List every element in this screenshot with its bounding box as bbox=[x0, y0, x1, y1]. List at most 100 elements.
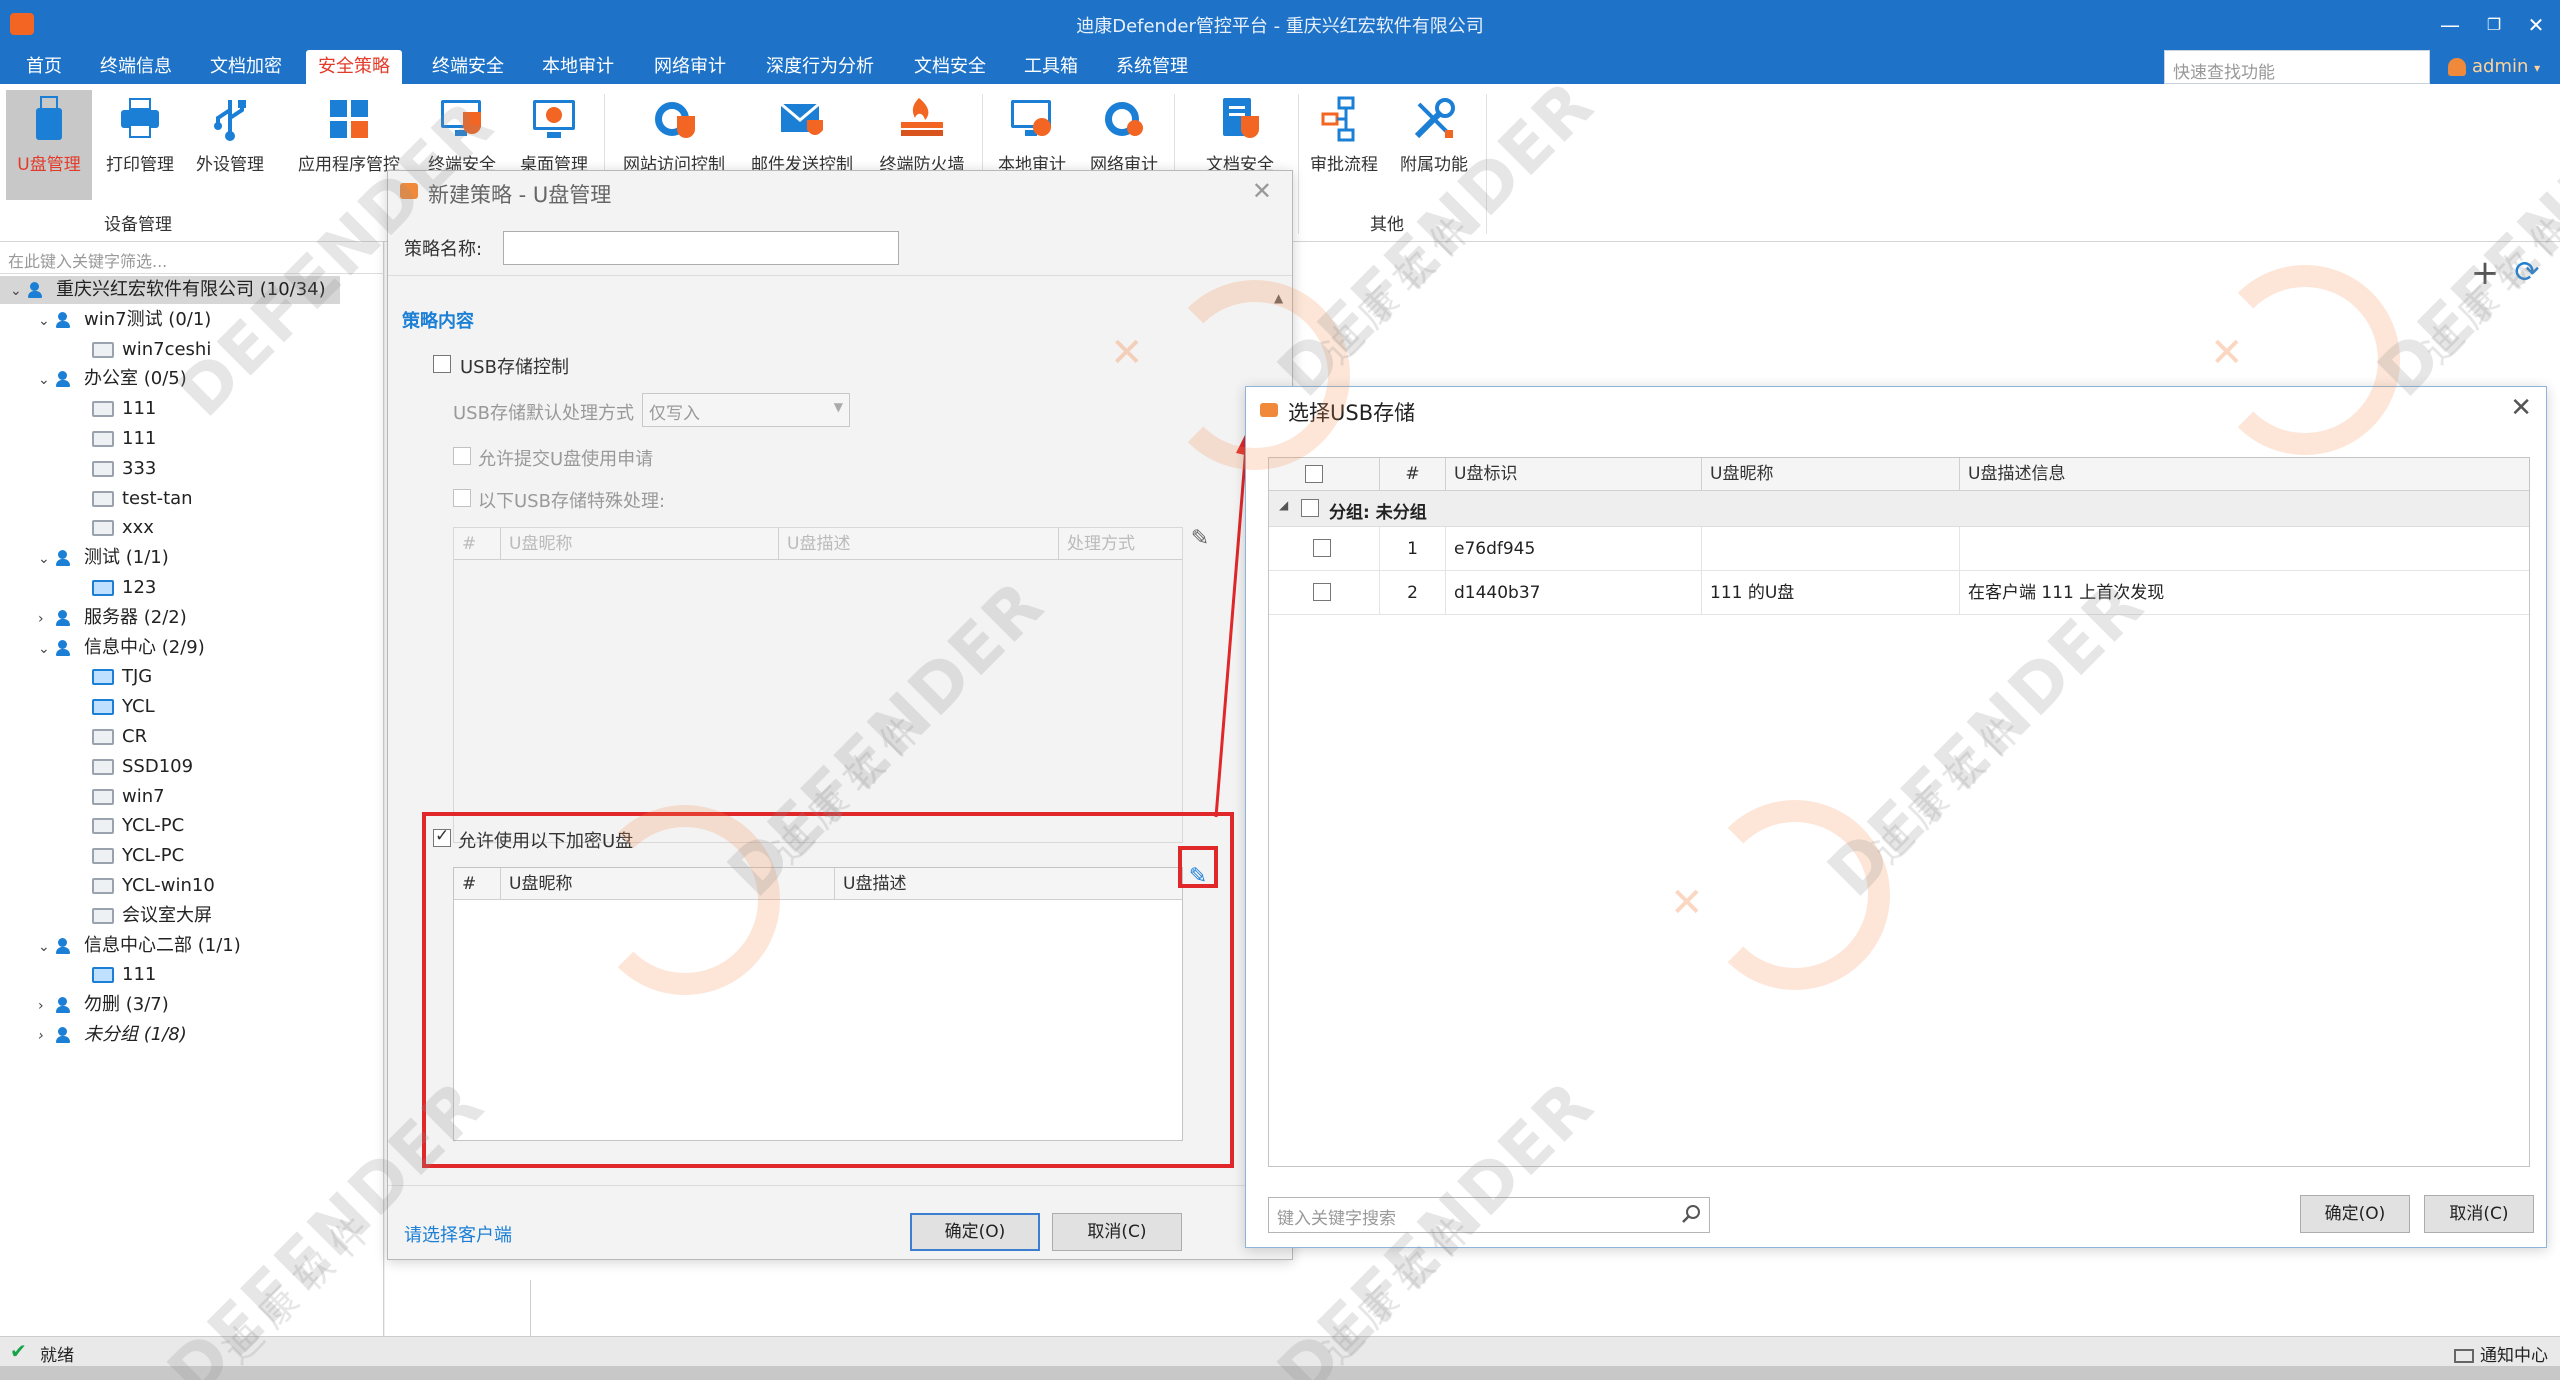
tree-client-node[interactable]: YCL-PC bbox=[66, 812, 184, 840]
tree-group-node[interactable]: ⌄ win7测试 (0/1) bbox=[38, 306, 211, 334]
collapse-triangle-icon[interactable]: ◢ bbox=[1279, 498, 1288, 512]
allow-apply-checkbox[interactable] bbox=[453, 447, 471, 465]
tree-client-node[interactable]: test-tan bbox=[66, 485, 193, 513]
tree-client-node[interactable]: YCL bbox=[66, 693, 155, 721]
tree-client-node[interactable]: 111 bbox=[66, 395, 156, 423]
tree-client-node[interactable]: xxx bbox=[66, 514, 154, 542]
close-icon[interactable]: ✕ bbox=[1252, 177, 1272, 205]
tree-node-label: 办公室 (0/5) bbox=[84, 368, 187, 390]
panel-divider bbox=[530, 1280, 531, 1336]
ribbon-peripheral-management[interactable]: 外设管理 bbox=[188, 90, 272, 200]
chevron-down-icon[interactable]: ⌄ bbox=[38, 366, 56, 394]
minimize-button[interactable]: — bbox=[2430, 10, 2470, 40]
status-text: 就绪 bbox=[40, 1346, 74, 1366]
grid-header: # U盘标识 U盘昵称 U盘描述信息 bbox=[1269, 458, 2529, 491]
row-index: 1 bbox=[1379, 527, 1445, 571]
group-checkbox[interactable] bbox=[1301, 499, 1319, 517]
add-icon[interactable]: + bbox=[2470, 256, 2500, 290]
tree-filter-input[interactable]: 在此键入关键字筛选... bbox=[0, 242, 384, 274]
ribbon-separator bbox=[1298, 94, 1299, 234]
chevron-down-icon[interactable]: ⌄ bbox=[38, 545, 56, 573]
tree-client-node[interactable]: TJG bbox=[66, 663, 152, 691]
tree-group-node[interactable]: ⌄ 办公室 (0/5) bbox=[38, 365, 187, 393]
chevron-down-icon[interactable]: ⌄ bbox=[38, 307, 56, 335]
chevron-down-icon[interactable]: ⌄ bbox=[38, 635, 56, 663]
chevron-down-icon[interactable]: ⌄ bbox=[10, 277, 28, 305]
app-logo-icon bbox=[1260, 403, 1278, 417]
ribbon-usb-management[interactable]: U盘管理 bbox=[6, 90, 92, 200]
tree-client-node[interactable]: 111 bbox=[66, 425, 156, 453]
special-handling-checkbox[interactable] bbox=[453, 489, 471, 507]
menu-terminal-info[interactable]: 终端信息 bbox=[88, 50, 184, 84]
tree-group-node[interactable]: › 勿删 (3/7) bbox=[38, 991, 169, 1019]
tree-group-node[interactable]: › 未分组 (1/8) bbox=[38, 1021, 187, 1049]
tree-client-node[interactable]: 111 bbox=[66, 961, 156, 989]
tree-client-node[interactable]: 123 bbox=[66, 574, 156, 602]
notification-center[interactable]: 通知中心 bbox=[2454, 1341, 2548, 1366]
menu-home[interactable]: 首页 bbox=[14, 50, 74, 84]
tree-client-node[interactable]: YCL-win10 bbox=[66, 872, 215, 900]
usb-search-input[interactable]: 键入关键字搜索 bbox=[1268, 1197, 1710, 1233]
close-window-button[interactable]: ✕ bbox=[2516, 10, 2556, 40]
row-checkbox[interactable] bbox=[1313, 539, 1331, 557]
tree-node-label: 服务器 (2/2) bbox=[84, 606, 187, 628]
tree-group-node[interactable]: › 服务器 (2/2) bbox=[38, 604, 187, 632]
user-menu[interactable]: admin ▾ bbox=[2448, 56, 2540, 77]
refresh-icon[interactable]: ⟳ bbox=[2512, 258, 2542, 288]
tree-client-node[interactable]: SSD109 bbox=[66, 753, 193, 781]
menu-doc-encrypt[interactable]: 文档加密 bbox=[198, 50, 294, 84]
tree-client-node[interactable]: win7ceshi bbox=[66, 336, 211, 364]
group-row[interactable]: ◢ 分组: 未分组 bbox=[1269, 491, 2529, 527]
user-name: admin bbox=[2472, 56, 2529, 77]
tree-client-node[interactable]: win7 bbox=[66, 783, 165, 811]
ribbon-auxiliary[interactable]: 附属功能 bbox=[1392, 90, 1476, 200]
menu-network-audit[interactable]: 网络审计 bbox=[642, 50, 738, 84]
tree-group-node[interactable]: ⌄ 测试 (1/1) bbox=[38, 544, 169, 572]
ribbon-print-management[interactable]: 打印管理 bbox=[98, 90, 182, 200]
search-icon[interactable] bbox=[1681, 1203, 1703, 1225]
usb-cancel-button[interactable]: 取消(C) bbox=[2424, 1195, 2534, 1233]
chevron-down-icon[interactable]: ⌄ bbox=[38, 933, 56, 961]
tree-client-node[interactable]: 会议室大屏 bbox=[66, 902, 212, 930]
tree-client-node[interactable]: CR bbox=[66, 723, 147, 751]
table-row[interactable]: 2 d1440b37 111 的U盘 在客户端 111 上首次发现 bbox=[1269, 571, 2529, 615]
usb-ok-button[interactable]: 确定(O) bbox=[2300, 1195, 2410, 1233]
tree-client-node[interactable]: 333 bbox=[66, 455, 156, 483]
scroll-up-icon[interactable]: ▲ bbox=[1274, 291, 1290, 307]
tree-node-label: 信息中心二部 (1/1) bbox=[84, 934, 241, 956]
table-row[interactable]: 1 e76df945 bbox=[1269, 527, 2529, 571]
chevron-right-icon[interactable]: › bbox=[38, 992, 56, 1020]
tree-group-node[interactable]: ⌄ 重庆兴红宏软件有限公司 (10/34) bbox=[0, 276, 340, 304]
menu-security-policy[interactable]: 安全策略 bbox=[306, 50, 402, 84]
tree-client-node[interactable]: YCL-PC bbox=[66, 842, 184, 870]
usb-control-checkbox[interactable] bbox=[433, 355, 451, 373]
quick-search-input[interactable]: 快速查找功能 bbox=[2164, 50, 2430, 84]
column-header: # bbox=[1379, 458, 1445, 490]
menu-doc-security[interactable]: 文档安全 bbox=[902, 50, 998, 84]
tree-node-label: 111 bbox=[122, 398, 157, 420]
tree-group-node[interactable]: ⌄ 信息中心二部 (1/1) bbox=[38, 932, 241, 960]
chevron-right-icon[interactable]: › bbox=[38, 1022, 56, 1050]
row-checkbox[interactable] bbox=[1313, 583, 1331, 601]
app-logo-icon bbox=[400, 183, 418, 199]
user-group-icon bbox=[56, 639, 76, 657]
menu-system-admin[interactable]: 系统管理 bbox=[1104, 50, 1200, 84]
restore-button[interactable]: ❐ bbox=[2474, 10, 2514, 40]
menu-terminal-security[interactable]: 终端安全 bbox=[420, 50, 516, 84]
select-all-checkbox[interactable] bbox=[1305, 465, 1323, 483]
offline-computer-icon bbox=[92, 729, 114, 745]
tree-group-node[interactable]: ⌄ 信息中心 (2/9) bbox=[38, 634, 205, 662]
edit-special-pencil-icon[interactable]: ✎ bbox=[1188, 527, 1212, 551]
menu-toolbox[interactable]: 工具箱 bbox=[1012, 50, 1090, 84]
menu-local-audit[interactable]: 本地审计 bbox=[530, 50, 626, 84]
ribbon-approval-flow[interactable]: 审批流程 bbox=[1302, 90, 1386, 200]
usb-control-label: USB存储控制 bbox=[460, 357, 569, 378]
policy-name-input[interactable] bbox=[503, 231, 899, 265]
select-clients-link[interactable]: 请选择客户端 bbox=[404, 1221, 512, 1247]
default-mode-select[interactable]: 仅写入 ▼ bbox=[642, 393, 850, 427]
cancel-button[interactable]: 取消(C) bbox=[1052, 1213, 1182, 1251]
chevron-right-icon[interactable]: › bbox=[38, 605, 56, 633]
close-icon[interactable]: ✕ bbox=[2510, 393, 2532, 423]
menu-behavior-analysis[interactable]: 深度行为分析 bbox=[754, 50, 886, 84]
ok-button[interactable]: 确定(O) bbox=[910, 1213, 1040, 1251]
